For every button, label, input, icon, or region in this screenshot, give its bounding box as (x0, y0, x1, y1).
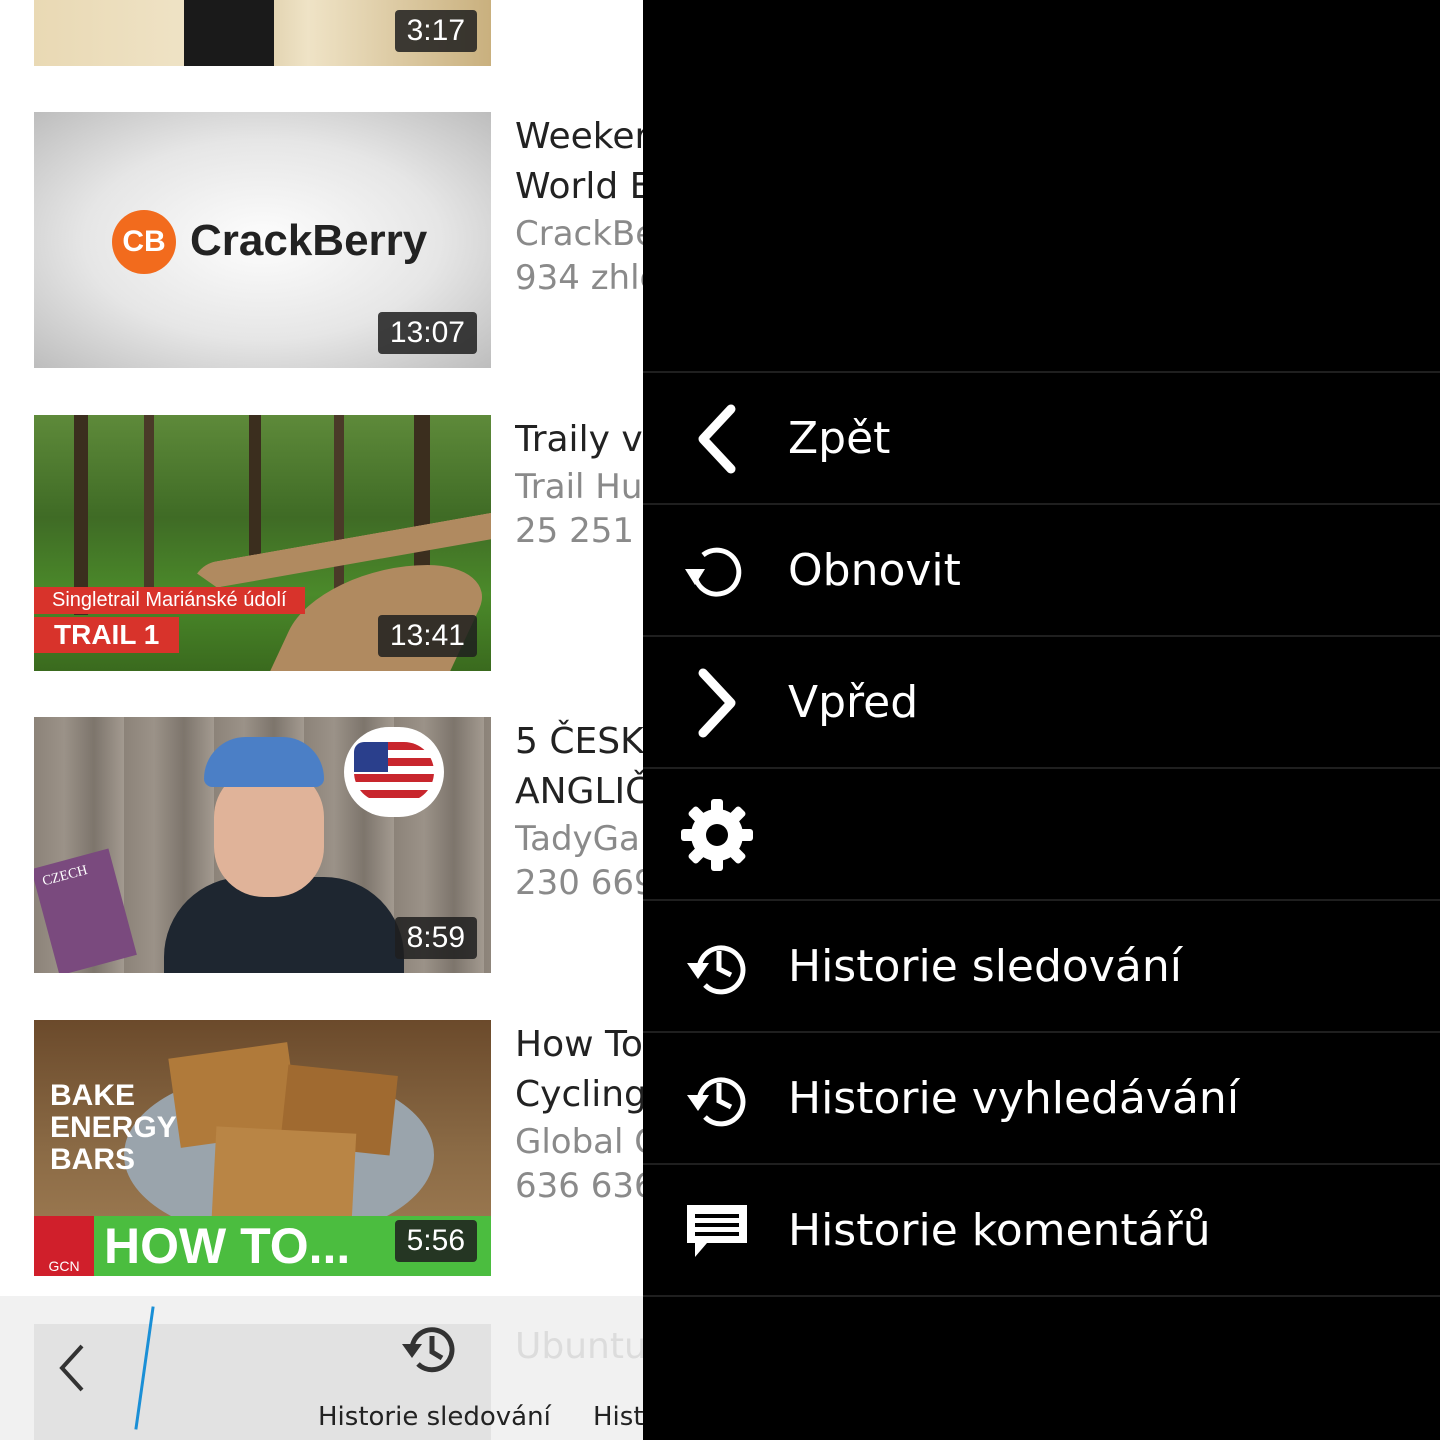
overlay-line: ENERGY (50, 1111, 177, 1144)
video-title-line2: Cycling (515, 1074, 643, 1115)
menu-item-label: Historie vyhledávání (788, 1073, 1240, 1124)
video-thumbnail[interactable]: 3:17 (34, 0, 491, 66)
video-meta[interactable]: Traily v Trail Hu 25 251 z (515, 415, 643, 553)
video-list: 3:17 CB CrackBerry 13:07 Weeker World E … (0, 0, 643, 1440)
video-duration: 8:59 (394, 917, 477, 959)
video-views: 230 669 (515, 863, 643, 903)
back-icon[interactable] (52, 1340, 92, 1396)
bottom-tab-next[interactable]: Hist (593, 1402, 643, 1432)
video-title: Weeker (515, 116, 643, 157)
trail-banner-big: TRAIL 1 (34, 617, 180, 653)
comment-icon (687, 1205, 747, 1257)
history-icon (687, 1077, 746, 1127)
video-duration: 5:56 (394, 1220, 477, 1262)
menu-item-label: Obnovit (788, 545, 961, 596)
gear-icon (681, 799, 753, 871)
menu-item-label: Historie komentářů (788, 1205, 1211, 1256)
menu-item-label: Vpřed (788, 677, 919, 728)
video-item[interactable]: 3:17 (34, 0, 643, 70)
video-title: 5 ČESK (515, 721, 643, 762)
video-meta[interactable]: 5 ČESK ANGLIČ TadyGa 230 669 (515, 717, 643, 905)
history-icon (687, 945, 746, 995)
history-icon[interactable] (398, 1318, 462, 1382)
video-item[interactable]: Singletrail Mariánské údolí TRAIL 1 13:4… (34, 415, 643, 675)
book: CZECH (34, 848, 137, 973)
video-views: 636 636 (515, 1166, 643, 1206)
video-thumbnail[interactable]: CB CrackBerry 13:07 (34, 112, 491, 368)
video-channel: Global C (515, 1122, 643, 1162)
menu-item-back[interactable]: Zpět (643, 371, 1440, 504)
video-thumbnail[interactable]: Singletrail Mariánské údolí TRAIL 1 13:4… (34, 415, 491, 671)
overlay-text: BAKE ENERGY BARS (50, 1080, 177, 1176)
video-meta[interactable]: Weeker World E CrackBe 934 zhle (515, 112, 643, 300)
overflow-menu: Zpět Obnovit Vpřed Historie sledování Hi… (643, 0, 1440, 1440)
video-thumbnail[interactable]: BAKE ENERGY BARS GCN HOW TO... 5:56 (34, 1020, 491, 1276)
video-item[interactable]: CZECH 8:59 5 ČESK ANGLIČ TadyGa 230 669 (34, 717, 643, 977)
menu-item-refresh[interactable]: Obnovit (643, 503, 1440, 636)
bottom-tab-watch-history[interactable]: Historie sledování (318, 1402, 551, 1432)
video-channel: TadyGa (515, 819, 640, 859)
video-meta[interactable]: How To Cycling Global C 636 636 (515, 1020, 643, 1208)
video-duration: 13:07 (377, 312, 477, 354)
video-item[interactable]: BAKE ENERGY BARS GCN HOW TO... 5:56 How … (34, 1020, 643, 1280)
menu-item-search-history[interactable]: Historie vyhledávání (643, 1031, 1440, 1164)
video-item[interactable]: CB CrackBerry 13:07 Weeker World E Crack… (34, 112, 643, 372)
menu-item-comment-history[interactable]: Historie komentářů (643, 1163, 1440, 1296)
crackberry-logo-text: CrackBerry (190, 216, 428, 265)
gcn-logo: GCN (34, 1216, 94, 1276)
video-views: 934 zhle (515, 258, 643, 298)
menu-item-watch-history[interactable]: Historie sledování (643, 899, 1440, 1032)
overlay-line: BAKE (50, 1079, 136, 1112)
video-thumbnail[interactable]: CZECH 8:59 (34, 717, 491, 973)
chevron-right-icon (698, 668, 736, 738)
video-title-line2: ANGLIČ (515, 771, 643, 812)
video-duration: 13:41 (377, 615, 477, 657)
menu-item-label: Historie sledování (788, 941, 1182, 992)
video-channel: CrackBe (515, 214, 643, 254)
video-channel: Trail Hu (515, 467, 643, 507)
trail-banner-small: Singletrail Mariánské údolí (34, 587, 305, 614)
video-title: Traily v (515, 419, 643, 460)
video-duration: 3:17 (394, 10, 477, 52)
refresh-icon (685, 547, 742, 597)
overlay-line: BARS (50, 1143, 136, 1176)
menu-item-label: Zpět (788, 413, 891, 464)
menu-item-forward[interactable]: Vpřed (643, 635, 1440, 768)
video-title-line2: World E (515, 166, 643, 207)
howto-text: HOW TO... (104, 1218, 351, 1274)
menu-item-settings[interactable] (643, 767, 1440, 900)
video-title: Ubuntu (515, 1326, 643, 1367)
menu-divider (643, 1295, 1440, 1297)
video-views: 25 251 z (515, 511, 643, 551)
crackberry-logo: CB (112, 210, 176, 274)
chevron-left-icon (698, 404, 736, 474)
video-title: How To (515, 1024, 643, 1065)
